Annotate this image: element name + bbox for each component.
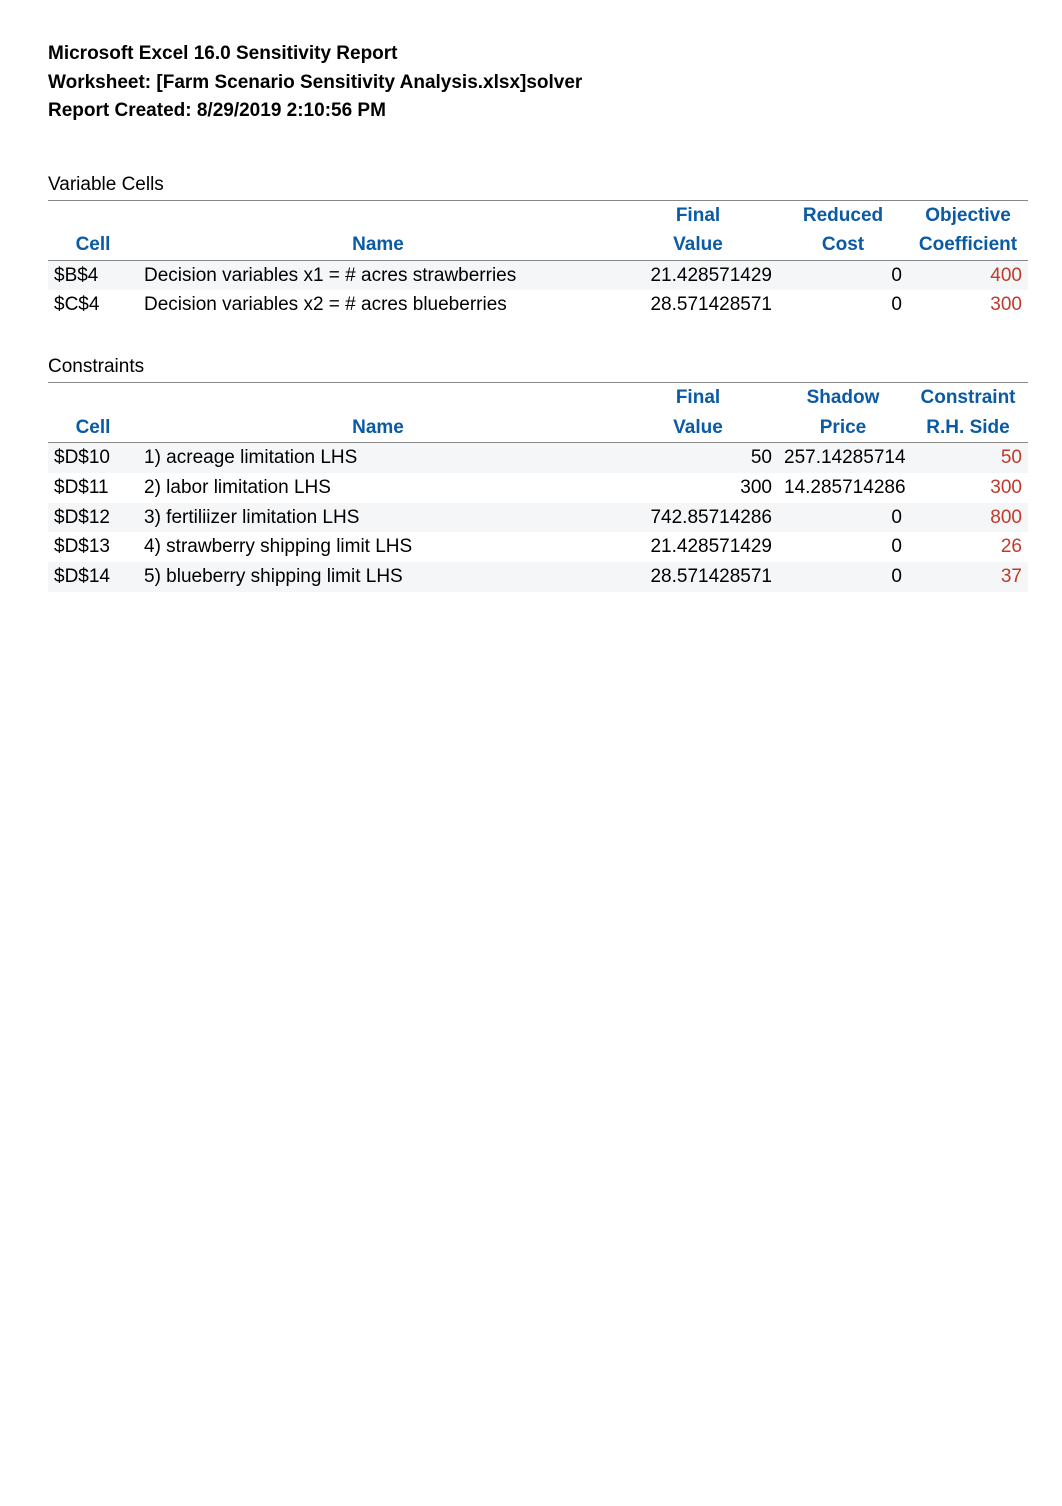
- vc-group-reduced: Reduced: [778, 200, 908, 230]
- table-row: $D$11 2) labor limitation LHS 300 14.285…: [48, 473, 1028, 503]
- constraints-section: Constraints Final Shadow Constraint Cell…: [48, 356, 1014, 591]
- row-name: 1) acreage limitation LHS: [138, 443, 618, 473]
- final-value: 50: [618, 443, 778, 473]
- row-name: Decision variables x2 = # acres blueberr…: [138, 290, 618, 320]
- final-value: 21.428571429: [618, 260, 778, 290]
- rh-side: 26: [908, 532, 1028, 562]
- row-name: 2) labor limitation LHS: [138, 473, 618, 503]
- final-value: 300: [618, 473, 778, 503]
- variable-cells-section: Variable Cells Final Reduced Objective C…: [48, 174, 1014, 321]
- rh-side: 37: [908, 562, 1028, 592]
- final-value: 28.571428571: [618, 562, 778, 592]
- c-head-value: Value: [618, 413, 778, 443]
- row-name: 5) blueberry shipping limit LHS: [138, 562, 618, 592]
- vc-head-cell: Cell: [48, 230, 138, 260]
- vc-head-cost: Cost: [778, 230, 908, 260]
- variable-cells-table: Final Reduced Objective Cell Name Value …: [48, 200, 1028, 321]
- shadow-price: 0: [778, 503, 908, 533]
- table-row: $D$10 1) acreage limitation LHS 50 257.1…: [48, 443, 1028, 473]
- shadow-price: 0: [778, 532, 908, 562]
- vc-group-final: Final: [618, 200, 778, 230]
- final-value: 28.571428571: [618, 290, 778, 320]
- cell-ref: $D$11: [48, 473, 138, 503]
- objective-coeff: 400: [908, 260, 1028, 290]
- shadow-price: 257.14285714: [778, 443, 908, 473]
- report-created-line: Report Created: 8/29/2019 2:10:56 PM: [48, 97, 1014, 126]
- constraints-title: Constraints: [48, 356, 1014, 378]
- objective-coeff: 300: [908, 290, 1028, 320]
- rh-side: 800: [908, 503, 1028, 533]
- table-row: $D$13 4) strawberry shipping limit LHS 2…: [48, 532, 1028, 562]
- table-row: $D$14 5) blueberry shipping limit LHS 28…: [48, 562, 1028, 592]
- table-row: $D$12 3) fertiliizer limitation LHS 742.…: [48, 503, 1028, 533]
- c-group-shadow: Shadow: [778, 383, 908, 413]
- c-head-price: Price: [778, 413, 908, 443]
- shadow-price: 0: [778, 562, 908, 592]
- c-head-name: Name: [138, 413, 618, 443]
- cell-ref: $D$14: [48, 562, 138, 592]
- cell-ref: $C$4: [48, 290, 138, 320]
- cell-ref: $D$12: [48, 503, 138, 533]
- worksheet-line: Worksheet: [Farm Scenario Sensitivity An…: [48, 69, 1014, 98]
- cell-ref: $D$10: [48, 443, 138, 473]
- reduced-cost: 0: [778, 260, 908, 290]
- table-row: $C$4 Decision variables x2 = # acres blu…: [48, 290, 1028, 320]
- table-row: $B$4 Decision variables x1 = # acres str…: [48, 260, 1028, 290]
- shadow-price: 14.285714286: [778, 473, 908, 503]
- vc-head-value: Value: [618, 230, 778, 260]
- rh-side: 300: [908, 473, 1028, 503]
- row-name: 4) strawberry shipping limit LHS: [138, 532, 618, 562]
- c-group-final: Final: [618, 383, 778, 413]
- c-head-rhside: R.H. Side: [908, 413, 1028, 443]
- final-value: 21.428571429: [618, 532, 778, 562]
- reduced-cost: 0: [778, 290, 908, 320]
- vc-group-objective: Objective: [908, 200, 1028, 230]
- rh-side: 50: [908, 443, 1028, 473]
- row-name: Decision variables x1 = # acres strawber…: [138, 260, 618, 290]
- report-header: Microsoft Excel 16.0 Sensitivity Report …: [48, 40, 1014, 126]
- report-title: Microsoft Excel 16.0 Sensitivity Report: [48, 40, 1014, 69]
- c-head-cell: Cell: [48, 413, 138, 443]
- row-name: 3) fertiliizer limitation LHS: [138, 503, 618, 533]
- cell-ref: $B$4: [48, 260, 138, 290]
- vc-head-coeff: Coefficient: [908, 230, 1028, 260]
- variable-cells-title: Variable Cells: [48, 174, 1014, 196]
- final-value: 742.85714286: [618, 503, 778, 533]
- cell-ref: $D$13: [48, 532, 138, 562]
- c-group-constraint: Constraint: [908, 383, 1028, 413]
- vc-head-name: Name: [138, 230, 618, 260]
- constraints-table: Final Shadow Constraint Cell Name Value …: [48, 382, 1028, 591]
